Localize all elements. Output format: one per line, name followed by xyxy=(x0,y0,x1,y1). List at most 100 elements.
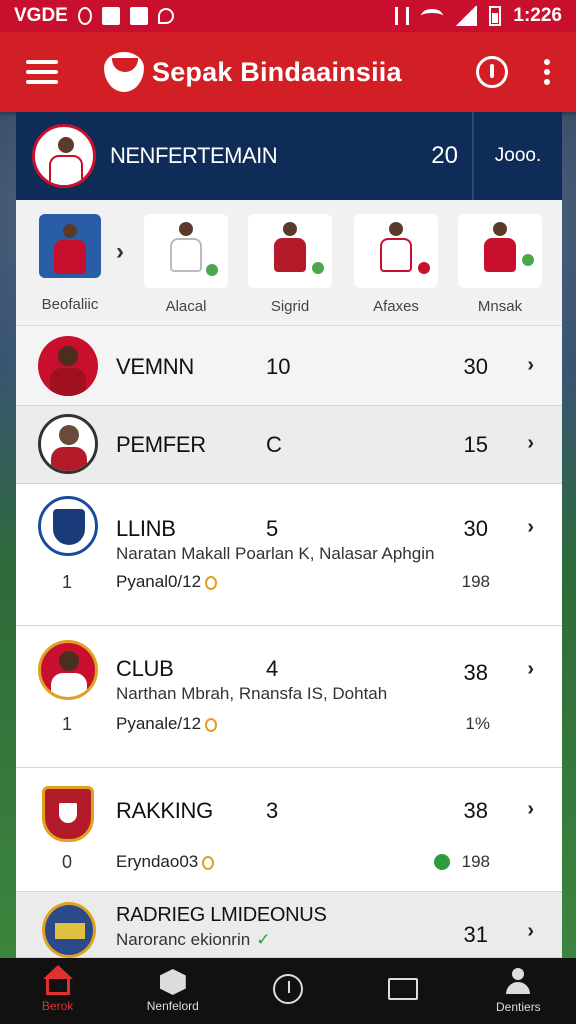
chat-icon xyxy=(388,978,419,1000)
list-item[interactable]: VEMNN 10 30 › xyxy=(16,326,562,406)
row-value: 10 xyxy=(266,354,291,379)
image-icon xyxy=(129,7,148,25)
row-score: 38 xyxy=(463,798,488,823)
m-icon xyxy=(101,7,120,25)
row-name: PEMFER xyxy=(116,432,206,457)
row-name: RADRIEG LMIDEONUS xyxy=(116,904,327,926)
row-rank: 1 xyxy=(62,572,73,592)
row-score: 38 xyxy=(463,660,488,685)
avatar xyxy=(38,336,98,396)
category-item[interactable]: Alacal xyxy=(144,214,228,320)
list-item[interactable]: PEMFER C 15 › xyxy=(16,406,562,484)
tag-icon xyxy=(205,575,218,590)
location-icon xyxy=(157,8,174,24)
app-bar: Sepak Bindaainsiia xyxy=(0,32,576,112)
app-logo xyxy=(104,52,144,92)
player-icon xyxy=(458,214,542,288)
header-label: NENFERTEMAIN xyxy=(110,143,278,168)
category-strip: Beofaliic › Alacal Sigrid Afaxes Mnsak xyxy=(16,200,562,326)
club-crest xyxy=(42,902,96,958)
row-value: 4 xyxy=(266,656,279,681)
category-item[interactable]: Sigrid xyxy=(248,214,332,320)
row-percent: 1% xyxy=(465,714,490,733)
more-icon[interactable] xyxy=(544,59,550,85)
featured-header[interactable]: NENFERTEMAIN 20 Jooo. xyxy=(16,112,562,200)
list-item[interactable]: LLINB 5 30 › Naratan Makall Poarlan K, N… xyxy=(16,484,562,626)
player-icon xyxy=(39,214,101,278)
row-score: 30 xyxy=(463,516,488,541)
info-icon[interactable] xyxy=(476,56,508,88)
row-subtitle-text: Naroranc ekionrin xyxy=(116,930,251,949)
category-label: Mnsak xyxy=(477,298,523,315)
nav-schedule[interactable] xyxy=(233,958,343,1024)
row-score: 31 xyxy=(463,922,488,947)
status-time: 1:226 xyxy=(513,5,562,26)
app-title: Sepak Bindaainsiia xyxy=(152,56,402,87)
category-item[interactable]: Afaxes xyxy=(354,214,438,320)
list-item[interactable]: CLUB 4 38 › Narthan Mbrah, Rnansfa IS, D… xyxy=(16,626,562,768)
list-item[interactable]: RAKKING 3 38 › 0 Eryndao03 198 xyxy=(16,768,562,892)
row-value: 3 xyxy=(266,798,279,823)
shield-icon xyxy=(159,969,186,995)
row-detail: Pyanal0/12 xyxy=(116,572,218,592)
row-name: RAKKING xyxy=(116,798,213,823)
row-detail-text: Pyanal0/12 xyxy=(116,572,202,591)
nfc-icon xyxy=(395,7,410,25)
row-detail: Pyanale/12 xyxy=(116,714,218,734)
row-percent: 198 xyxy=(461,572,490,591)
category-item[interactable]: Beofaliic xyxy=(28,214,112,320)
user-icon xyxy=(505,968,531,996)
chevron-right-icon[interactable]: › xyxy=(116,238,124,266)
player-icon xyxy=(354,214,438,288)
row-rank: 1 xyxy=(62,714,73,734)
nav-messages[interactable] xyxy=(348,958,458,1024)
row-subtitle: Naratan Makall Poarlan K, Nalasar Aphgin xyxy=(116,544,435,563)
signal-icon xyxy=(455,6,478,26)
chevron-right-icon[interactable]: › xyxy=(527,920,534,943)
battery-icon xyxy=(489,6,502,26)
category-label: Beofaliic xyxy=(41,296,99,313)
check-icon: ✓ xyxy=(256,930,271,949)
menu-icon[interactable] xyxy=(26,60,58,84)
nav-label: Nenfelord xyxy=(146,999,199,1013)
nav-teams[interactable]: Nenfelord xyxy=(118,958,228,1024)
row-name: CLUB xyxy=(116,656,174,681)
avatar xyxy=(38,640,98,700)
row-detail-text: Pyanale/12 xyxy=(116,714,202,733)
player-icon xyxy=(248,214,332,288)
chevron-right-icon[interactable]: › xyxy=(527,658,534,681)
nav-label: Dentiers xyxy=(496,1000,541,1014)
list-item[interactable]: RADRIEG LMIDEONUS 31 › Naroranc ekionrin… xyxy=(16,892,562,958)
s-icon xyxy=(77,7,92,25)
chevron-right-icon[interactable]: › xyxy=(527,354,534,377)
chevron-right-icon[interactable]: › xyxy=(527,798,534,821)
nav-profile[interactable]: Dentiers xyxy=(463,958,573,1024)
chevron-right-icon[interactable]: › xyxy=(527,432,534,455)
header-avatar xyxy=(32,124,96,188)
wifi-icon xyxy=(421,9,444,23)
tag-icon xyxy=(205,717,218,732)
row-rank: 0 xyxy=(62,852,73,872)
nav-home[interactable]: Berok xyxy=(3,958,113,1024)
row-value: 5 xyxy=(266,516,279,541)
carrier-label: VGDE xyxy=(14,5,68,26)
row-detail: Eryndao03 xyxy=(116,852,215,872)
club-crest xyxy=(38,496,98,556)
category-item[interactable]: Mnsak xyxy=(458,214,542,320)
bottom-nav: Berok Nenfelord Dentiers xyxy=(0,958,576,1024)
row-name: LLINB xyxy=(116,516,176,541)
category-label: Sigrid xyxy=(270,298,310,315)
row-name: VEMNN xyxy=(116,354,194,379)
category-label: Alacal xyxy=(165,298,207,315)
check-icon xyxy=(434,854,450,870)
chevron-right-icon[interactable]: › xyxy=(527,516,534,539)
clock-icon xyxy=(272,974,303,1004)
row-score: 30 xyxy=(463,354,488,379)
tag-icon xyxy=(202,855,215,870)
header-link[interactable]: Jooo. xyxy=(474,145,562,167)
row-subtitle: Naroranc ekionrin ✓ xyxy=(116,930,270,950)
row-percent: 198 xyxy=(461,852,490,871)
club-crest xyxy=(42,786,94,842)
player-icon xyxy=(144,214,228,288)
avatar xyxy=(38,414,98,474)
